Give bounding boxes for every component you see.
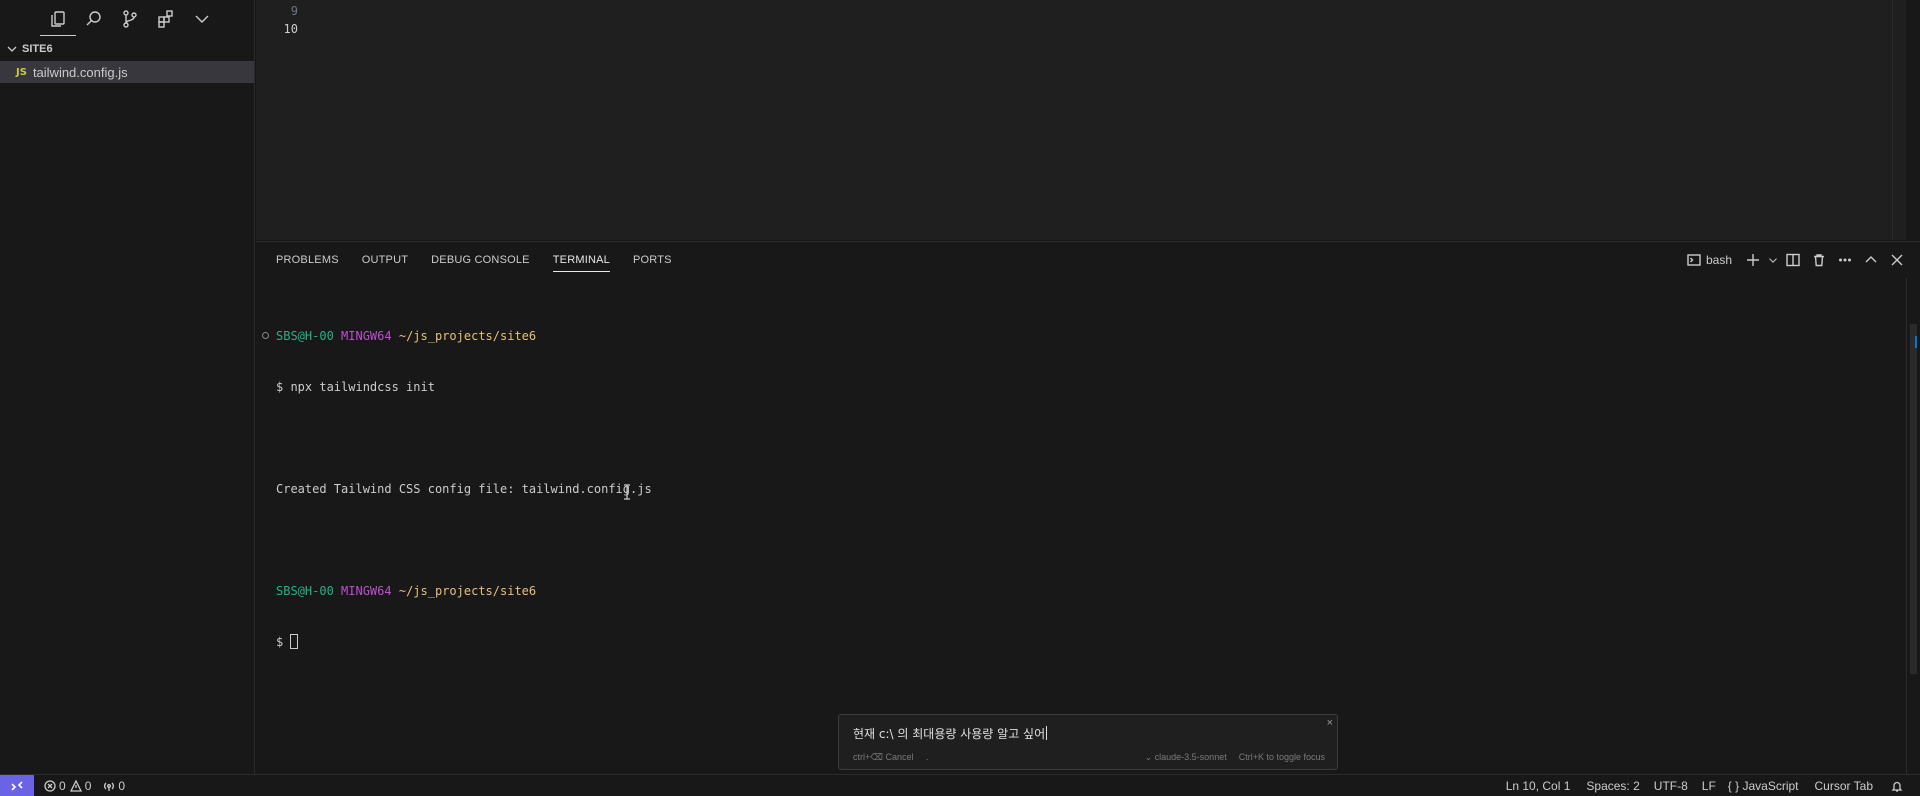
chevron-down-icon <box>195 15 209 23</box>
bell-icon <box>1891 781 1903 792</box>
source-control-icon <box>123 10 137 28</box>
terminal-prompt-line: SBS@H-00 MINGW64 ~/js_projects/site6 <box>276 583 652 600</box>
warning-icon <box>69 779 82 792</box>
new-terminal-button[interactable] <box>1740 242 1766 278</box>
split-terminal-button[interactable] <box>1780 242 1806 278</box>
close-panel-button[interactable] <box>1884 242 1910 278</box>
error-count: 0 <box>59 778 66 793</box>
bottom-panel: PROBLEMS OUTPUT DEBUG CONSOLE TERMINAL P… <box>256 241 1920 775</box>
line-number: 9 <box>290 4 298 18</box>
explorer-button[interactable] <box>40 0 76 38</box>
activity-bar <box>0 0 254 38</box>
cancel-hint[interactable]: ctrl+⌫ Cancel <box>853 752 914 762</box>
language-mode[interactable]: { } JavaScript <box>1722 775 1805 796</box>
scrollbar-marker <box>1915 336 1917 348</box>
terminal-output-line: Created Tailwind CSS config file: tailwi… <box>276 482 652 496</box>
explorer-icon <box>51 11 65 27</box>
tab-terminal[interactable]: TERMINAL <box>552 242 611 278</box>
terminal-user: SBS@H-00 <box>276 329 334 343</box>
search-button[interactable] <box>76 0 112 38</box>
terminal-output[interactable]: SBS@H-00 MINGW64 ~/js_projects/site6 $ n… <box>276 294 652 685</box>
chevron-down-icon <box>7 46 17 52</box>
maximize-panel-button[interactable] <box>1858 242 1884 278</box>
indentation[interactable]: Spaces: 2 <box>1580 775 1645 796</box>
ports-status[interactable]: 0 <box>97 775 131 796</box>
chevron-down-icon <box>1769 258 1777 263</box>
file-item-tailwind-config[interactable]: JS tailwind.config.js <box>0 61 254 83</box>
notifications-button[interactable] <box>1885 775 1912 796</box>
terminal-input-line[interactable]: $ <box>276 634 652 651</box>
close-icon[interactable]: × <box>1327 717 1333 729</box>
footer-dot: . <box>926 752 929 762</box>
shell-label: bash <box>1705 253 1732 267</box>
sidebar: SITE6 JS tailwind.config.js <box>0 0 255 774</box>
more-views-button[interactable] <box>184 0 220 38</box>
end-of-line[interactable]: LF <box>1696 775 1722 796</box>
terminal-profile-dropdown[interactable] <box>1766 242 1780 278</box>
terminal-path: ~/js_projects/site6 <box>398 584 537 598</box>
close-icon <box>1891 254 1903 266</box>
source-control-button[interactable] <box>112 0 148 38</box>
kill-terminal-button[interactable] <box>1806 242 1832 278</box>
editor-scrollbar[interactable] <box>1892 0 1906 240</box>
terminal-scrollbar[interactable] <box>1906 278 1920 775</box>
trash-icon <box>1814 254 1824 267</box>
ai-prompt-input[interactable]: 현재 c:\ 의 최대용량 사용량 알고 싶어 <box>853 725 1048 742</box>
ports-count: 0 <box>118 778 126 793</box>
error-icon <box>44 779 56 792</box>
text-cursor-icon <box>622 484 632 500</box>
prompt-symbol: $ <box>276 635 291 649</box>
editor-area[interactable]: 9 10 <box>256 0 1906 240</box>
extensions-button[interactable] <box>148 0 184 38</box>
panel-tabs: PROBLEMS OUTPUT DEBUG CONSOLE TERMINAL P… <box>256 242 1920 278</box>
broadcast-icon <box>104 782 115 791</box>
tab-ports[interactable]: PORTS <box>633 242 672 278</box>
more-actions-button[interactable] <box>1832 242 1858 278</box>
cursor-position[interactable]: Ln 10, Col 1 <box>1500 775 1577 796</box>
tab-debug-console[interactable]: DEBUG CONSOLE <box>431 242 530 278</box>
terminal-cursor <box>290 634 299 649</box>
command-decoration-icon[interactable] <box>262 332 269 339</box>
encoding[interactable]: UTF-8 <box>1648 775 1694 796</box>
file-name: tailwind.config.js <box>32 64 128 80</box>
remote-icon <box>11 780 23 791</box>
ai-prompt-text: 현재 c:\ 의 최대용량 사용량 알고 싶어 <box>853 727 1046 741</box>
text-caret <box>1046 726 1048 740</box>
status-bar: 0 0 0 Ln 10, Col 1 Spaces: 2 UTF-8 LF { … <box>0 774 1920 796</box>
model-selector[interactable]: ⌄ claude-3.5-sonnet <box>1145 752 1227 762</box>
folder-header[interactable]: SITE6 <box>0 40 254 58</box>
split-icon <box>1786 253 1800 267</box>
status-right: Ln 10, Col 1 Spaces: 2 UTF-8 LF { } Java… <box>1500 775 1920 796</box>
tab-problems[interactable]: PROBLEMS <box>276 242 339 278</box>
terminal-prompt-line: SBS@H-00 MINGW64 ~/js_projects/site6 <box>276 328 652 345</box>
extensions-icon <box>158 10 173 28</box>
tab-output[interactable]: OUTPUT <box>362 242 408 278</box>
plus-icon <box>1747 254 1759 266</box>
terminal-icon <box>1687 254 1701 266</box>
terminal-shell-selector[interactable]: bash <box>1687 242 1732 278</box>
line-number-current: 10 <box>283 22 298 36</box>
cursor-tab[interactable]: Cursor Tab <box>1809 775 1879 796</box>
terminal-system: MINGW64 <box>341 329 392 343</box>
scrollbar-thumb[interactable] <box>1910 324 1917 674</box>
search-icon <box>86 11 101 26</box>
javascript-file-icon: JS <box>16 66 27 78</box>
panel-actions: bash <box>1687 242 1910 278</box>
toggle-focus-hint: Ctrl+K to toggle focus <box>1238 752 1325 762</box>
remote-indicator[interactable] <box>0 774 34 796</box>
warning-count: 0 <box>84 778 92 793</box>
ellipsis-icon <box>1839 258 1851 262</box>
problems-status[interactable]: 0 0 <box>38 775 97 796</box>
terminal-system: MINGW64 <box>341 584 392 598</box>
terminal-path: ~/js_projects/site6 <box>398 329 537 343</box>
terminal-command-line: $ npx tailwindcss init <box>276 380 435 394</box>
ai-prompt-footer: ctrl+⌫ Cancel . ⌄ claude-3.5-sonnet Ctrl+… <box>853 752 1325 763</box>
folder-name: SITE6 <box>22 43 53 55</box>
terminal-user: SBS@H-00 <box>276 584 334 598</box>
chevron-up-icon <box>1865 256 1877 263</box>
ai-prompt-box[interactable]: 현재 c:\ 의 최대용량 사용량 알고 싶어 × ctrl+⌫ Cancel … <box>838 714 1338 770</box>
